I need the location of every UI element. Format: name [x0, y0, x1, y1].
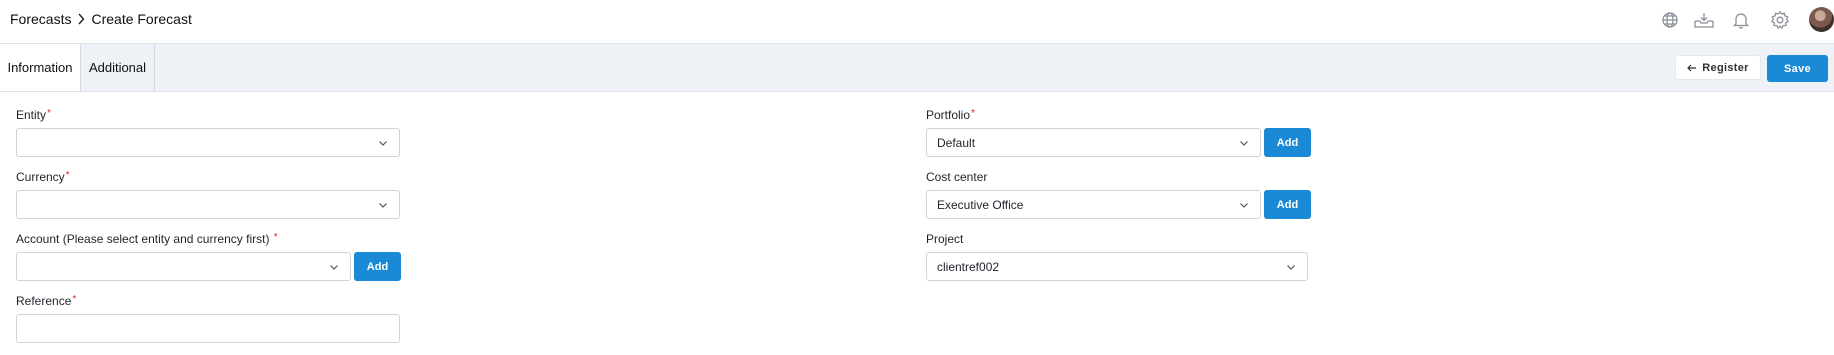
save-button-label: Save — [1784, 62, 1811, 75]
arrow-left-icon — [1687, 61, 1697, 75]
cost-center-value: Executive Office — [937, 197, 1024, 212]
cost-center-label: Cost center — [926, 170, 987, 184]
account-select[interactable] — [16, 252, 351, 281]
required-mark: * — [65, 170, 70, 181]
required-mark: * — [72, 294, 77, 305]
required-mark: * — [47, 108, 51, 119]
add-account-button[interactable]: Add — [354, 252, 401, 281]
reference-input[interactable] — [16, 314, 400, 343]
chevron-down-icon — [1240, 203, 1248, 208]
required-mark: * — [971, 108, 975, 119]
breadcrumb: Forecasts Create Forecast — [10, 11, 192, 27]
project-select[interactable]: clientref002 — [926, 252, 1308, 281]
currency-label-text: Currency — [16, 170, 65, 184]
tab-information[interactable]: Information — [0, 44, 80, 91]
tab-bar: Information Additional Register Save — [0, 43, 1834, 92]
add-cost-center-button-label: Add — [1276, 198, 1299, 211]
chevron-down-icon — [1287, 265, 1295, 270]
chevron-down-icon — [379, 203, 387, 208]
reference-label-text: Reference — [16, 294, 72, 308]
portfolio-label-text: Portfolio — [926, 108, 971, 122]
globe-icon[interactable] — [1660, 10, 1680, 30]
tab-additional[interactable]: Additional — [80, 44, 155, 91]
entity-label-text: Entity — [16, 108, 47, 122]
add-portfolio-button-label: Add — [1276, 136, 1299, 149]
save-button[interactable]: Save — [1767, 55, 1828, 82]
breadcrumb-forecasts-link[interactable]: Forecasts — [10, 11, 71, 27]
entity-select[interactable] — [16, 128, 400, 157]
portfolio-value: Default — [937, 135, 976, 150]
chevron-down-icon — [1240, 141, 1248, 146]
currency-label: Currency* — [16, 170, 70, 184]
add-portfolio-button[interactable]: Add — [1264, 128, 1311, 157]
breadcrumb-current: Create Forecast — [91, 11, 192, 27]
tab-information-label: Information — [7, 60, 73, 75]
top-header: Forecasts Create Forecast — [0, 0, 1834, 43]
portfolio-label: Portfolio* — [926, 108, 975, 122]
project-label: Project — [926, 232, 963, 246]
portfolio-select[interactable]: Default — [926, 128, 1261, 157]
inbox-download-icon[interactable] — [1693, 10, 1714, 30]
register-button-label: Register — [1702, 61, 1749, 74]
chevron-down-icon — [330, 265, 338, 270]
currency-select[interactable] — [16, 190, 400, 219]
project-value: clientref002 — [937, 259, 1000, 274]
cost-center-label-text: Cost center — [926, 170, 988, 184]
gear-icon[interactable] — [1770, 10, 1790, 30]
add-account-button-label: Add — [366, 260, 389, 273]
entity-label: Entity* — [16, 108, 51, 122]
cost-center-select[interactable]: Executive Office — [926, 190, 1261, 219]
required-mark: * — [273, 232, 278, 243]
tab-additional-label: Additional — [88, 60, 147, 75]
account-label-text: Account (Please select entity and curren… — [16, 232, 270, 246]
project-label-text: Project — [926, 232, 964, 246]
chevron-right-icon — [77, 13, 85, 25]
add-cost-center-button[interactable]: Add — [1264, 190, 1311, 219]
account-label: Account (Please select entity and curren… — [16, 232, 278, 246]
register-button[interactable]: Register — [1675, 55, 1761, 80]
avatar[interactable] — [1809, 7, 1834, 32]
chevron-down-icon — [379, 141, 387, 146]
bell-icon[interactable] — [1731, 10, 1751, 30]
reference-label: Reference* — [16, 294, 76, 308]
